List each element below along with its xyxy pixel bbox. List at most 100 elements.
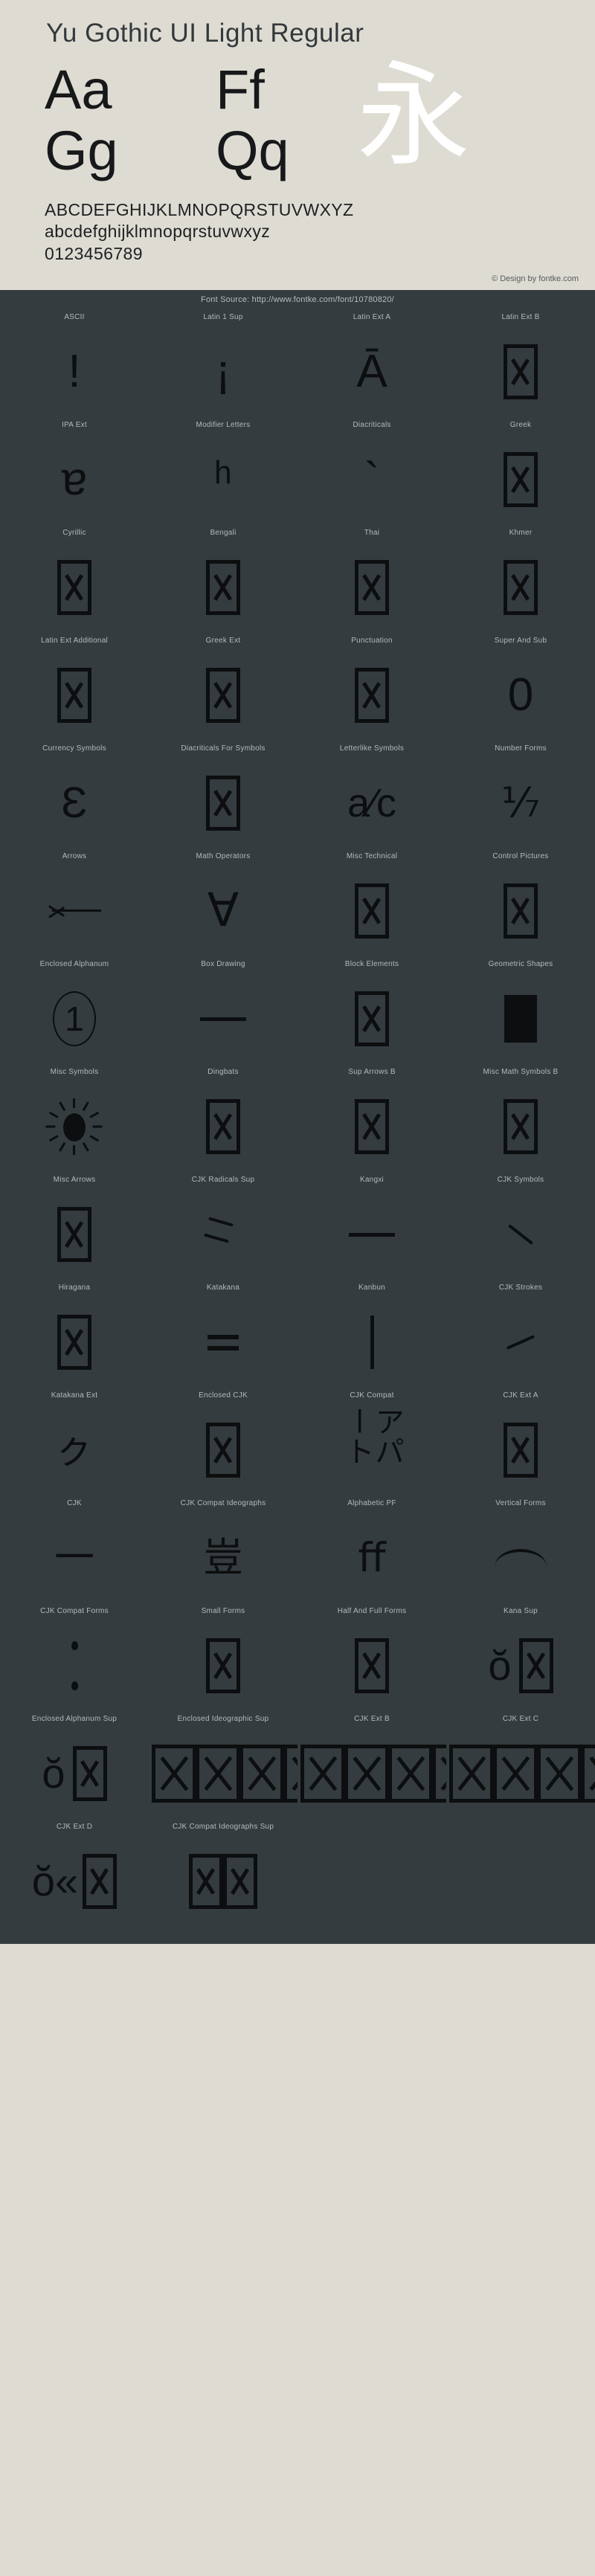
- unicode-block-cell[interactable]: Greek Ext: [149, 632, 298, 740]
- block-sample-char: アパート: [341, 1406, 403, 1466]
- unicode-block-cell[interactable]: CJK Strokes: [446, 1279, 595, 1387]
- unicode-block-cell[interactable]: Bengali: [149, 524, 298, 632]
- unicode-block-cell[interactable]: Kanbun: [298, 1279, 446, 1387]
- unicode-block-cell[interactable]: Punctuation: [298, 632, 446, 740]
- notdef-box-icon: [432, 1745, 446, 1803]
- unicode-block-cell[interactable]: CJK Ext D ŏ«: [0, 1818, 149, 1926]
- unicode-block-cell[interactable]: CJK Compat Ideographs Sup: [149, 1818, 298, 1926]
- block-sample-glyph: [0, 651, 149, 739]
- unicode-block-cell[interactable]: CJK Ext B: [298, 1710, 446, 1818]
- unicode-block-cell[interactable]: Letterlike Symbols a⁄c: [298, 740, 446, 848]
- unicode-block-cell[interactable]: Number Forms ⅐: [446, 740, 595, 848]
- block-sample-glyph: [446, 1514, 595, 1602]
- unicode-block-cell[interactable]: Misc Symbols: [0, 1063, 149, 1171]
- unicode-block-cell[interactable]: IPA Ext ɐ: [0, 416, 149, 524]
- unicode-block-label: Currency Symbols: [42, 744, 106, 753]
- block-sample-char: ɐ: [61, 454, 88, 506]
- unicode-block-cell[interactable]: Small Forms: [149, 1603, 298, 1710]
- unicode-block-cell[interactable]: Latin 1 Sup ¡: [149, 309, 298, 416]
- block-sample-glyph: !: [0, 328, 149, 416]
- arc-stroke-icon: [495, 1549, 547, 1567]
- unicode-block-cell[interactable]: Super And Sub 0: [446, 632, 595, 740]
- alphabet-lowercase: abcdefghijklmnopqrstuvwxyz: [45, 222, 271, 242]
- unicode-block-cell[interactable]: Misc Math Symbols B: [446, 1063, 595, 1171]
- unicode-block-cell[interactable]: Currency Symbols Ɛ: [0, 740, 149, 848]
- block-sample-glyph: ɐ: [0, 436, 149, 524]
- unicode-block-cell[interactable]: CJK Radicals Sup: [149, 1171, 298, 1279]
- block-sample-glyph: [149, 975, 298, 1063]
- block-sample-glyph: [149, 1730, 298, 1817]
- horizontal-stroke-icon: [349, 1232, 395, 1237]
- unicode-block-cell[interactable]: Math Operators ∀: [149, 848, 298, 956]
- unicode-block-cell[interactable]: CJK 一: [0, 1495, 149, 1603]
- block-sample-glyph: [298, 1622, 446, 1710]
- unicode-block-cell[interactable]: Block Elements: [298, 956, 446, 1063]
- unicode-block-cell[interactable]: Enclosed Ideographic Sup: [149, 1710, 298, 1818]
- unicode-block-cell[interactable]: Hiragana: [0, 1279, 149, 1387]
- unicode-block-cell[interactable]: Latin Ext A Ā: [298, 309, 446, 416]
- unicode-block-label: Dingbats: [208, 1068, 239, 1077]
- block-sample-glyph: [149, 544, 298, 631]
- unicode-block-cell[interactable]: Latin Ext Additional: [0, 632, 149, 740]
- block-sample-glyph: [0, 1083, 149, 1171]
- unicode-block-cell[interactable]: CJK Compat Forms: [0, 1603, 149, 1710]
- block-sample-char: `: [364, 454, 380, 506]
- unicode-block-cell[interactable]: Geometric Shapes: [446, 956, 595, 1063]
- unicode-block-cell[interactable]: Enclosed CJK: [149, 1387, 298, 1495]
- unicode-block-cell[interactable]: Half And Full Forms: [298, 1603, 446, 1710]
- unicode-block-cell[interactable]: Thai: [298, 524, 446, 632]
- block-sample-glyph: [0, 1622, 149, 1710]
- unicode-block-cell[interactable]: Khmer: [446, 524, 595, 632]
- block-sample-char: ŏ: [488, 1642, 512, 1690]
- unicode-block-cell[interactable]: Katakana: [149, 1279, 298, 1387]
- unicode-block-cell[interactable]: Cyrillic: [0, 524, 149, 632]
- unicode-block-label: Number Forms: [495, 744, 547, 753]
- unicode-block-cell[interactable]: CJK Ext C: [446, 1710, 595, 1818]
- unicode-block-cell[interactable]: Control Pictures: [446, 848, 595, 956]
- double-bar-icon: [208, 1334, 239, 1350]
- unicode-block-label: CJK Strokes: [498, 1284, 543, 1292]
- block-sample-glyph: 1: [0, 975, 149, 1063]
- block-sample-glyph: [149, 1191, 298, 1278]
- block-sample-char: 0: [507, 669, 534, 721]
- notdef-box-icon: [355, 1099, 389, 1155]
- unicode-block-cell[interactable]: Vertical Forms: [446, 1495, 595, 1603]
- unicode-block-cell[interactable]: Latin Ext B: [446, 309, 595, 416]
- unicode-block-cell[interactable]: CJK Compat Ideographs 豈: [149, 1495, 298, 1603]
- notdef-box-icon: [388, 1745, 433, 1803]
- notdef-box-icon: [206, 1099, 240, 1155]
- unicode-block-cell[interactable]: Modifier Letters ʰ: [149, 416, 298, 524]
- unicode-block-cell[interactable]: CJK Symbols: [446, 1171, 595, 1279]
- unicode-block-cell[interactable]: Box Drawing: [149, 956, 298, 1063]
- unicode-block-cell[interactable]: Enclosed Alphanum 1: [0, 956, 149, 1063]
- unicode-block-cell[interactable]: Alphabetic PF ﬀ: [298, 1495, 446, 1603]
- block-sample-glyph: アパート: [298, 1406, 446, 1494]
- unicode-block-cell[interactable]: Misc Technical: [298, 848, 446, 956]
- unicode-block-cell[interactable]: Misc Arrows: [0, 1171, 149, 1279]
- notdef-box-icon: [206, 1638, 240, 1694]
- unicode-block-cell[interactable]: Arrows: [0, 848, 149, 956]
- unicode-block-cell[interactable]: Kana Sup ŏ: [446, 1603, 595, 1710]
- font-source-link[interactable]: Font Source: http://www.fontke.com/font/…: [0, 290, 595, 309]
- notdef-box-icon: [83, 1854, 118, 1910]
- unicode-block-cell[interactable]: Enclosed Alphanum Sup ŏ: [0, 1710, 149, 1818]
- unicode-block-cell[interactable]: Diacriticals `: [298, 416, 446, 524]
- unicode-block-cell[interactable]: Greek: [446, 416, 595, 524]
- block-sample-glyph: ʰ: [149, 436, 298, 524]
- unicode-block-cell[interactable]: Dingbats: [149, 1063, 298, 1171]
- unicode-block-cell[interactable]: CJK Compat アパート: [298, 1387, 446, 1495]
- unicode-block-cell[interactable]: Diacriticals For Symbols: [149, 740, 298, 848]
- unicode-block-cell[interactable]: Sup Arrows B: [298, 1063, 446, 1171]
- unicode-block-cell[interactable]: Kangxi: [298, 1171, 446, 1279]
- unicode-block-label: Katakana Ext: [51, 1391, 98, 1400]
- notdef-box-icon: [504, 1423, 538, 1478]
- unicode-block-cell[interactable]: ASCII!: [0, 309, 149, 416]
- block-sample-glyph: [149, 1622, 298, 1710]
- unicode-block-cell[interactable]: CJK Ext A: [446, 1387, 595, 1495]
- notdef-box-icon: [355, 991, 389, 1047]
- unicode-block-label: CJK Radicals Sup: [191, 1176, 255, 1185]
- unicode-block-label: ASCII: [64, 313, 85, 322]
- unicode-block-label: Letterlike Symbols: [339, 744, 405, 753]
- block-sample-glyph: ∀: [149, 867, 298, 955]
- unicode-block-cell[interactable]: Katakana Ext ㇰ: [0, 1387, 149, 1495]
